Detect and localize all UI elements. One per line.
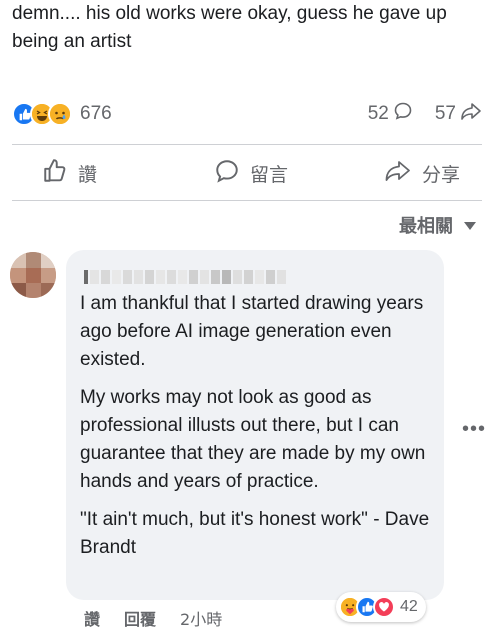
love-icon <box>373 596 395 618</box>
comment-reply-link[interactable]: 回覆 <box>124 606 156 630</box>
share-icon <box>384 159 412 188</box>
sad-icon <box>48 102 72 126</box>
shares-count-value: 57 <box>434 103 456 124</box>
comment-paragraph-3: "It ain't much, but it's honest work" - … <box>80 509 430 558</box>
sort-label: 最相關 <box>399 216 453 237</box>
post-text: demn.... his old works were okay, guess … <box>12 3 447 52</box>
post-actions: 讚 留言 分享 <box>12 150 482 196</box>
divider-top <box>12 144 482 145</box>
comment-bubble: I am thankful that I started drawing yea… <box>66 250 444 600</box>
share-arrow-icon <box>460 101 482 127</box>
comment-reaction-count: 42 <box>400 598 418 615</box>
comment-timestamp[interactable]: 2小時 <box>180 606 222 630</box>
caret-down-icon <box>463 215 477 236</box>
avatar[interactable] <box>10 252 56 298</box>
comments-count[interactable]: 52 <box>368 101 413 127</box>
share-button[interactable]: 分享 <box>321 159 482 188</box>
comment-button-label: 留言 <box>249 163 288 186</box>
comment-body: I am thankful that I started drawing yea… <box>80 290 430 562</box>
commenter-name-redacted[interactable] <box>84 266 430 288</box>
divider-bottom <box>12 200 482 201</box>
comment-paragraph-1: I am thankful that I started drawing yea… <box>80 293 424 370</box>
comment-icon <box>214 158 240 189</box>
like-button-label: 讚 <box>78 163 98 186</box>
comment-like-link[interactable]: 讚 <box>84 606 100 630</box>
comment-bubble-icon <box>393 101 413 127</box>
comment-meta: 讚 回覆 2小時 <box>84 606 222 630</box>
more-options-icon[interactable]: ••• <box>462 418 486 441</box>
comment-button[interactable]: 留言 <box>181 158 320 189</box>
thumbs-up-icon <box>42 158 68 189</box>
shares-count[interactable]: 57 <box>435 101 482 127</box>
reactions-summary[interactable]: 676 52 57 <box>12 98 482 130</box>
comment-reactions[interactable]: 42 <box>336 592 426 622</box>
share-button-label: 分享 <box>421 163 460 186</box>
comment-sort-dropdown[interactable]: 最相關 <box>399 212 477 238</box>
comment-paragraph-2: My works may not look as good as profess… <box>80 387 426 492</box>
reaction-icons <box>12 102 72 126</box>
reaction-count[interactable]: 676 <box>80 103 112 125</box>
like-button[interactable]: 讚 <box>12 158 181 189</box>
comments-count-value: 52 <box>367 103 389 124</box>
